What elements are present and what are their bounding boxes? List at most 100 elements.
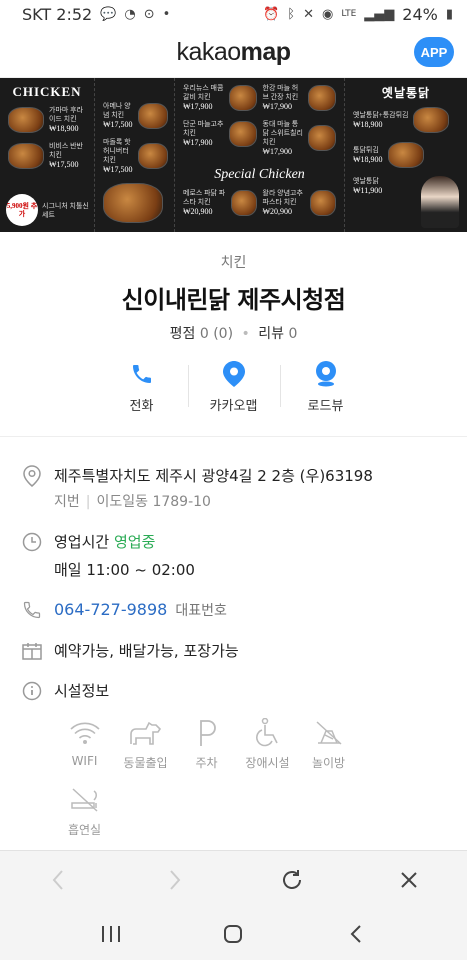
phone-icon (130, 361, 154, 387)
calendar-icon (22, 640, 42, 662)
banner-item: 왈라 양념고추 파스타 치킨 ₩20,900 (262, 189, 336, 216)
kakaomap-logo[interactable]: kakaomap (176, 38, 291, 67)
facility-parking: 주차 (176, 716, 237, 771)
menu-banner-image[interactable]: CHICKEN 가마마 후라이드 치킨 ₩18,900 비비스 반반 치킨 ₩17,… (0, 78, 467, 232)
food-image (228, 120, 257, 147)
divider: | (85, 494, 91, 510)
banner-item-price: ₩20,900 (183, 207, 213, 216)
network-label: LTE (341, 9, 357, 19)
location-icon: ◉ (321, 6, 334, 22)
banner-item-name: 비비스 반반 치킨 (49, 142, 83, 159)
banner-item-price: ₩17,900 (262, 102, 293, 111)
banner-item-price: ₩17,500 (103, 165, 133, 174)
services-text: 예약가능, 배달가능, 포장가능 (54, 642, 239, 660)
address-row: 제주특별자치도 제주시 광양4길 2 2층 (우)63198 지번 | 이도일동 1… (22, 465, 445, 513)
food-image (308, 84, 336, 111)
forward-button[interactable] (150, 860, 200, 900)
road-address[interactable]: 제주특별자치도 제주시 광양4길 2 2층 (우)63198 (54, 465, 373, 487)
place-name: 신이내린닭 제주시청점 (121, 286, 346, 314)
banner-item: 비비스 반반 치킨 ₩17,500 (8, 142, 86, 169)
food-image (137, 143, 168, 169)
rating-label: 평점 (169, 326, 196, 342)
phone-row: 064-727-9898 대표번호 (22, 599, 445, 622)
hours-label: 영업시간 (54, 533, 110, 551)
recent-apps-button[interactable] (86, 914, 136, 954)
banner-item-name: 통닭튀김 (353, 146, 379, 154)
call-button[interactable]: 전화 (96, 361, 188, 414)
food-image (413, 107, 450, 133)
food-image (8, 142, 44, 169)
home-icon (224, 925, 243, 943)
roadview-icon (315, 361, 337, 387)
banner-col-2: 아메나 양념 치킨 ₩17,500 마돌록 핫 허니버터 치킨 ₩17,500 (95, 78, 175, 232)
review-value[interactable]: 0 (288, 326, 297, 342)
food-image (387, 142, 424, 168)
food-image (230, 189, 257, 216)
battery-level: 24% (402, 4, 438, 24)
banner-item-price: ₩11,900 (353, 186, 383, 195)
dog-icon (128, 716, 164, 750)
banner-title-oldstyle: 옛날통닭 (381, 86, 431, 100)
banner-item: 마돌록 핫 허니버터 치킨 ₩17,500 (103, 138, 168, 174)
banner-item-name: 동대 마늘 통닭 스위트칠리 치킨 (262, 120, 303, 146)
phone-outline-icon (22, 599, 42, 621)
food-image (8, 106, 44, 133)
wifi-icon (69, 716, 101, 750)
place-details: 제주특별자치도 제주시 광양4길 2 2층 (우)63198 지번 | 이도일동 1… (0, 437, 467, 850)
phone-number[interactable]: 064-727-9898 (54, 600, 167, 619)
wheelchair-icon (254, 716, 282, 750)
dot-icon: • (162, 6, 171, 22)
banner-item-price: ₩18,900 (353, 155, 383, 164)
banner-item-price: ₩17,900 (262, 147, 293, 156)
banner-col-chicken: CHICKEN 가마마 후라이드 치킨 ₩18,900 비비스 반반 치킨 ₩17,… (0, 78, 95, 232)
status-time: SKT 2:52 (22, 4, 93, 24)
food-image (228, 84, 257, 111)
notification-icon: ◔ (124, 6, 136, 22)
system-navigation-bar (0, 908, 467, 960)
banner-item-price: ₩17,900 (183, 102, 213, 111)
banner-item-name: 시그니처 치톨신 세트 (42, 202, 89, 219)
back-arrow-icon (350, 925, 361, 943)
banner-item-name: 옛날통닭+통감튀김 (353, 111, 409, 119)
reload-button[interactable] (267, 860, 317, 900)
banner-title-special: Special Chicken (214, 167, 305, 182)
roadview-button[interactable]: 로드뷰 (279, 361, 372, 414)
banner-item: 우리뉴스 매콤갈비 치킨 ₩17,900 (183, 84, 257, 111)
facility-wifi: WIFI (54, 716, 115, 771)
banner-item-name: 한강 마늘 허브 간장 치킨 (262, 84, 299, 101)
banner-item-name: 우리뉴스 매콤갈비 치킨 (183, 84, 224, 101)
close-icon (400, 871, 417, 888)
banner-item-name: 왈라 양념고추 파스타 치킨 (262, 189, 303, 206)
open-app-button[interactable]: APP (414, 37, 454, 67)
call-label: 전화 (129, 399, 154, 414)
phone-note: 대표번호 (175, 603, 227, 619)
close-button[interactable] (384, 860, 434, 900)
lot-address[interactable]: 이도일동 1789-10 (96, 494, 210, 510)
home-button[interactable] (208, 914, 258, 954)
logo-light-text: kakao (176, 38, 241, 66)
facility-label: 놀이방 (311, 756, 346, 770)
review-label[interactable]: 리뷰 (258, 326, 284, 342)
banner-item: 메로스 파닭 파스타 치킨 ₩20,900 (183, 189, 257, 216)
banner-item: 아메나 양념 치킨 ₩17,500 (103, 102, 168, 129)
banner-item: 옛날통닭+통감튀김 ₩18,900 (353, 107, 459, 133)
kakaomap-button[interactable]: 카카오맵 (187, 361, 280, 414)
back-button[interactable] (33, 860, 83, 900)
separator-dot: • (241, 326, 250, 342)
hours-header[interactable]: 영업시간 영업중 (54, 531, 195, 553)
lot-label: 지번 (54, 494, 80, 510)
facility-list: WIFI 동물출입 주차 장애시설 놀이방 흡연실 (22, 716, 362, 850)
hours-row: 영업시간 영업중 매일 11:00 ~ 02:00 (22, 531, 445, 581)
system-back-button[interactable] (331, 914, 381, 954)
kakaomap-label: 카카오맵 (209, 399, 258, 414)
facility-accessible: 장애시설 (237, 716, 298, 771)
browser-toolbar (0, 850, 467, 908)
banner-item-price: ₩17,900 (183, 138, 213, 147)
message-icon: 💬 (100, 6, 117, 22)
services-row: 예약가능, 배달가능, 포장가능 (22, 640, 445, 662)
food-image (308, 125, 336, 151)
hours-value: 매일 11:00 ~ 02:00 (54, 561, 195, 579)
banner-item-price: ₩18,900 (49, 124, 79, 133)
playroom-icon (314, 716, 344, 750)
facility-label: 주차 (195, 756, 218, 770)
